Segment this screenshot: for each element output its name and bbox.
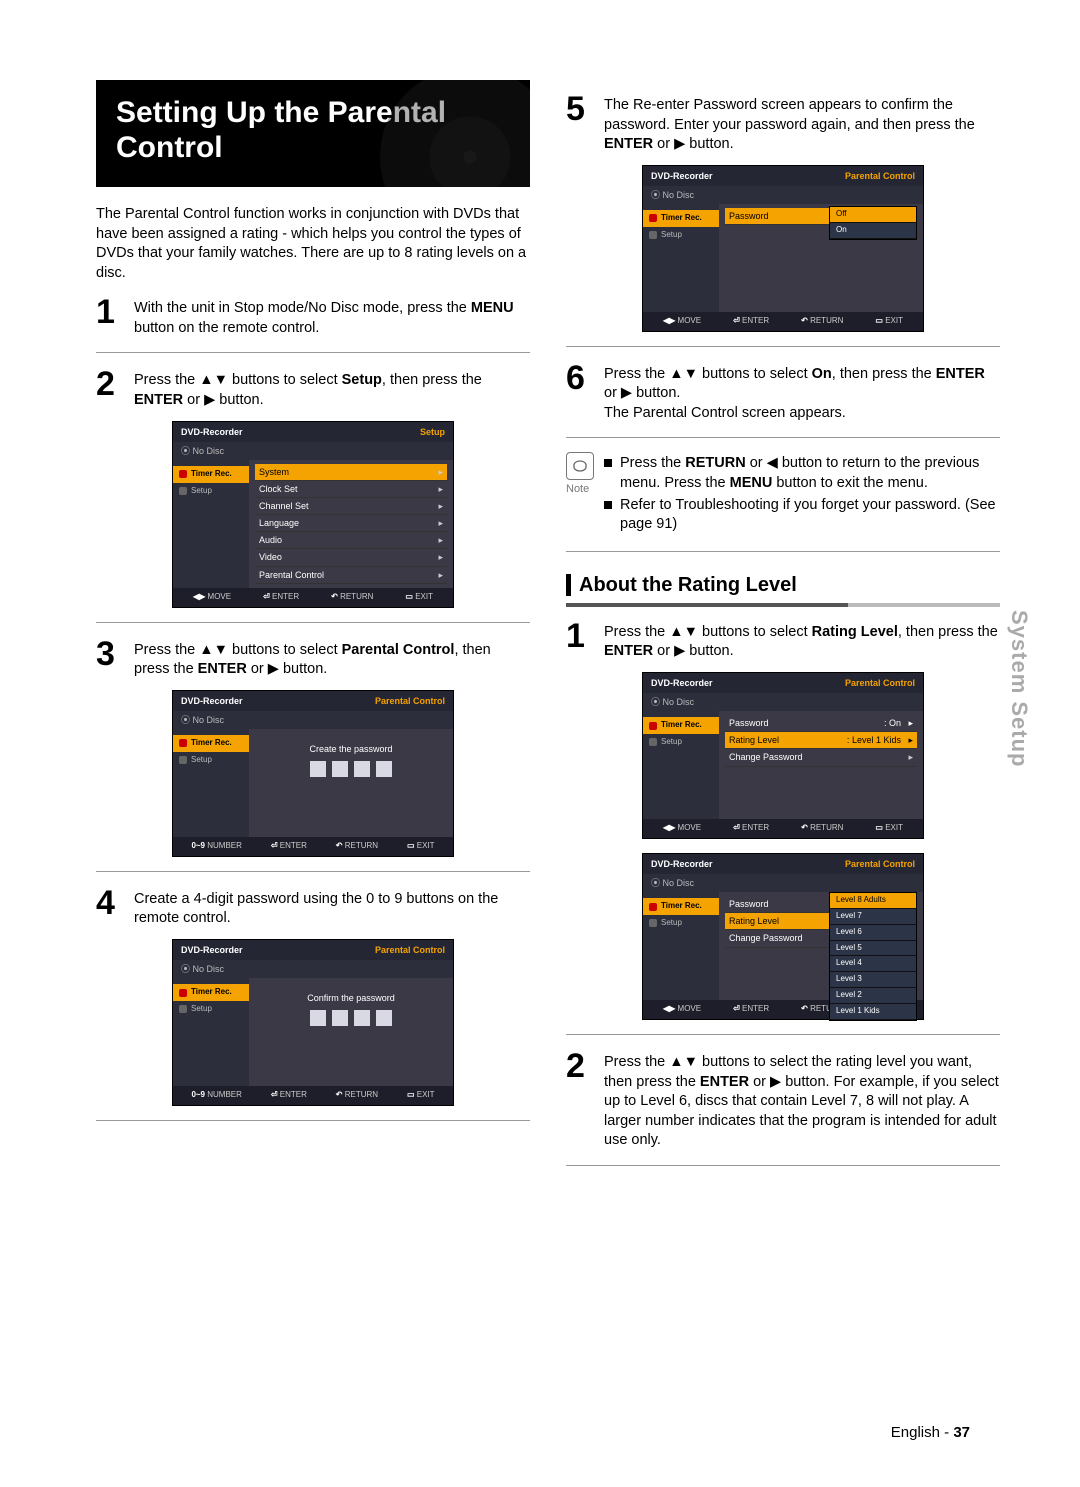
section-tab: System Setup [1004, 610, 1034, 768]
nav-timer: Timer Rec. [173, 466, 249, 483]
osd-setup: DVD-RecorderSetup ⦿ No Disc Timer Rec. S… [172, 421, 454, 608]
step-4: 4 Create a 4-digit password using the 0 … [96, 886, 530, 929]
page-title: Setting Up the Parental Control [96, 80, 530, 187]
osd-password-onoff: DVD-RecorderParental Control ⦿ No Disc T… [642, 165, 924, 332]
step-1: 1 With the unit in Stop mode/No Disc mod… [96, 295, 530, 338]
osd-confirm-password: DVD-RecorderParental Control ⦿ No Disc T… [172, 939, 454, 1106]
osd-parental-list: DVD-RecorderParental Control ⦿ No Disc T… [642, 672, 924, 839]
intro-text: The Parental Control function works in c… [96, 205, 530, 283]
step-6: 6 Press the ▲▼ buttons to select On, the… [566, 361, 1000, 424]
osd-create-password: DVD-RecorderParental Control ⦿ No Disc T… [172, 690, 454, 857]
step-2: 2 Press the ▲▼ buttons to select Setup, … [96, 367, 530, 410]
rating-step-1: 1 Press the ▲▼ buttons to select Rating … [566, 619, 1000, 662]
nav-setup: Setup [173, 483, 249, 500]
osd-rating-levels: DVD-RecorderParental Control ⦿ No Disc T… [642, 853, 924, 1020]
note-icon [566, 452, 594, 480]
rating-step-2: 2 Press the ▲▼ buttons to select the rat… [566, 1049, 1000, 1151]
step-5: 5 The Re-enter Password screen appears t… [566, 92, 1000, 155]
disc-graphic [380, 80, 530, 187]
step-3: 3 Press the ▲▼ buttons to select Parenta… [96, 637, 530, 680]
note-block: Note Press the RETURN or ◀ button to ret… [566, 452, 1000, 536]
page-footer: English - 37 [891, 1423, 970, 1443]
section-rating-heading: About the Rating Level [566, 572, 1000, 599]
